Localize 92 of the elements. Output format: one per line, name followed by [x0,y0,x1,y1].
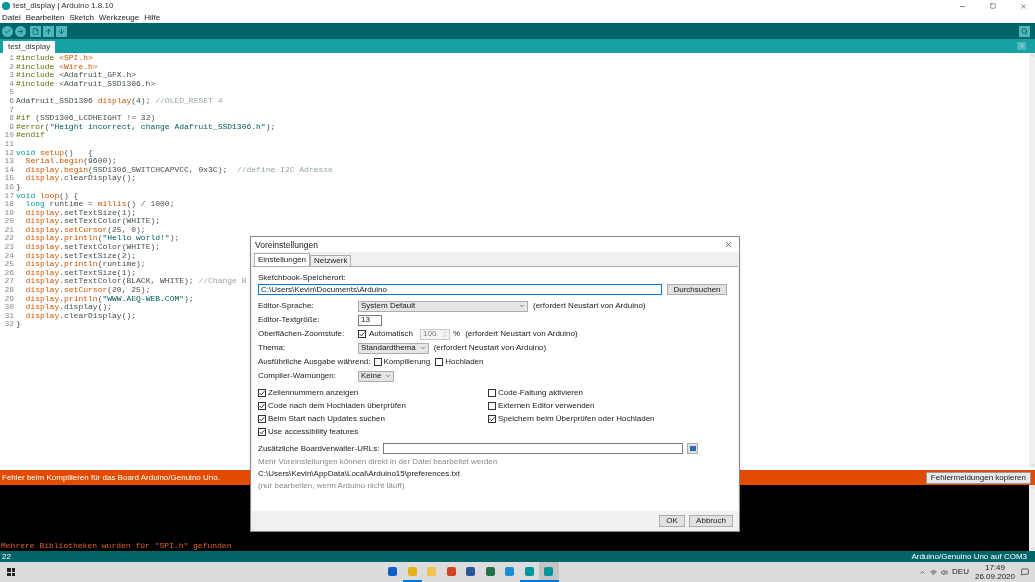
code-line: display.println("WWW.AEQ-WEB.COM"); [24,294,194,303]
code-line: #include <Adafruit_GFX.h> [15,71,137,80]
hint-text: (nur bearbeiten, wenn Arduino nicht läuft) [258,480,406,492]
line-number: 15 [3,174,14,183]
code-line: display.setTextSize(1); [24,208,137,217]
setting-label: Editor-Sprache: [258,301,315,311]
code-line: display.setTextColor(BLACK, WHITE); //Change B [24,277,247,287]
line-number: 24 [3,251,14,261]
checkbox-label: Hochladen [445,357,484,367]
board-indicator: Arduino/Genuino Uno auf COM3 [911,551,1027,562]
code-line: display.setCursor(25, 0); [24,225,146,234]
line-number: 7 [8,105,14,115]
error-message: Fehler beim Kompilieren für das Board Arduino/Genuino Uno. [2,471,220,484]
restart-note: (erfordert Neustart von Arduino) [533,301,646,311]
checkbox-label: Beim Start nach Updates suchen [268,413,385,424]
code-line: #endif [15,131,45,140]
line-number: 25 [3,260,14,269]
checkbox-label: Code nach dem Hochladen überprüfen [268,400,406,411]
field-label: Zusätzliche Boardverwalter-URLs: [258,443,381,454]
window-title: test_display | Arduino 1.8.10 [13,1,114,11]
line-number: 4 [8,79,14,89]
setting-label: Editor-Textgröße: [258,315,321,325]
line-number: 17 [3,191,14,201]
restart-note: (erfordert Neustart von Arduino) [465,329,578,339]
unit-label: % [453,329,461,339]
code-line: #error("Height incorrect, change Adafruit_SSD1306.h"); [15,122,276,132]
line-number: 11 [3,139,14,149]
code-line: long runtime = millis() / 1000; [24,200,175,209]
console-line: Mehrere Bibliotheken wurden für "SPI.h" gefunden [1,541,233,551]
code-line: display.setCursor(20, 25); [24,286,151,295]
line-number: 2 [8,62,14,72]
checkbox-label: Use accessibility features [268,426,359,437]
code-line: display.setTextSize(2); [24,251,137,260]
line-number: 32 [3,320,14,329]
line-number: 5 [8,88,14,97]
code-line: display.println(runtime); [24,260,146,269]
line-number: 8 [8,114,14,123]
line-number: 30 [3,303,14,312]
line-number: 1 [8,54,14,63]
code-line: display.clearDisplay(); [24,174,137,183]
field-label: Sketchbook-Speicherort: [258,272,347,283]
line-number: 26 [3,268,14,278]
setting-label: Thema: [258,343,287,353]
line-number: 3 [8,71,14,80]
hint-text: Mehr Voreinstellungen können direkt in der Datei bearbeitet werden [258,456,499,468]
restart-note: (erfordert Neustart von Arduino) [433,343,547,353]
setting-label: Ausführliche Ausgabe während: [258,357,372,367]
code-line: display.setTextColor(WHITE); [24,243,161,252]
line-number: 16 [3,182,14,192]
code-line: } [15,182,21,191]
code-line: } [15,320,21,329]
code-line: #include <Adafruit_SSD1306.h> [15,79,156,89]
line-number: 23 [3,243,14,252]
code-line: display.println("Hello world!"); [24,234,180,244]
code-line: Serial.begin(9600); [24,157,117,166]
checkbox-label: Automatisch [369,329,414,339]
line-number: 14 [3,165,14,175]
line-number: 9 [8,122,14,132]
line-number: 18 [3,200,14,209]
line-number: 28 [3,286,14,295]
code-line: Adafruit_SSD1306 display(4); //OLED_RESET 4 [15,96,223,106]
checkbox-label: Zeilennummern anzeigen [268,387,359,398]
checkbox-label: Code-Faltung aktivieren [498,387,583,398]
line-indicator: 22 [2,551,11,562]
setting-label: Compiler-Warnungen: [258,371,337,381]
code-line: display.clearDisplay(); [24,311,137,321]
line-number: 19 [3,208,14,218]
line-number: 20 [3,217,14,226]
checkbox-label: Speichern beim Überprüfen oder Hochladen [498,413,655,424]
line-number: 13 [3,157,14,166]
checkbox-label: Kompilierung [383,357,431,367]
line-number: 27 [3,277,14,287]
code-line: #include <SPI.h> [15,54,93,63]
preferences-path: C:\Users\Kevin\AppData\Local\Arduino15\preferences.txt [258,468,461,480]
line-number: 22 [3,234,14,244]
checkbox-label: Externen Editor verwenden [498,400,595,411]
setting-label: Oberflächen-Zoomstufe: [258,329,346,339]
line-number: 29 [3,294,14,304]
code-line: display.setTextSize(1); [24,268,137,277]
dialog-title: Voreinstellungen [255,239,318,250]
code-line: void setup() { [15,148,93,157]
code-line: #include <Wire.h> [15,62,98,72]
code-line: display.begin(SSD1306_SWITCHCAPVCC, 0x3C); //define I2C Adresse [24,165,333,174]
line-number: 6 [8,96,14,106]
line-number: 12 [3,148,14,158]
line-number: 10 [3,131,14,140]
code-line: void loop() { [15,191,79,200]
code-line: display.display(); [24,303,113,312]
code-line: #if (SSD1306_LCDHEIGHT != 32) [15,114,156,123]
line-number: 21 [3,225,14,235]
code-line: display.setTextColor(WHITE); [24,217,161,226]
line-number: 31 [3,311,14,321]
